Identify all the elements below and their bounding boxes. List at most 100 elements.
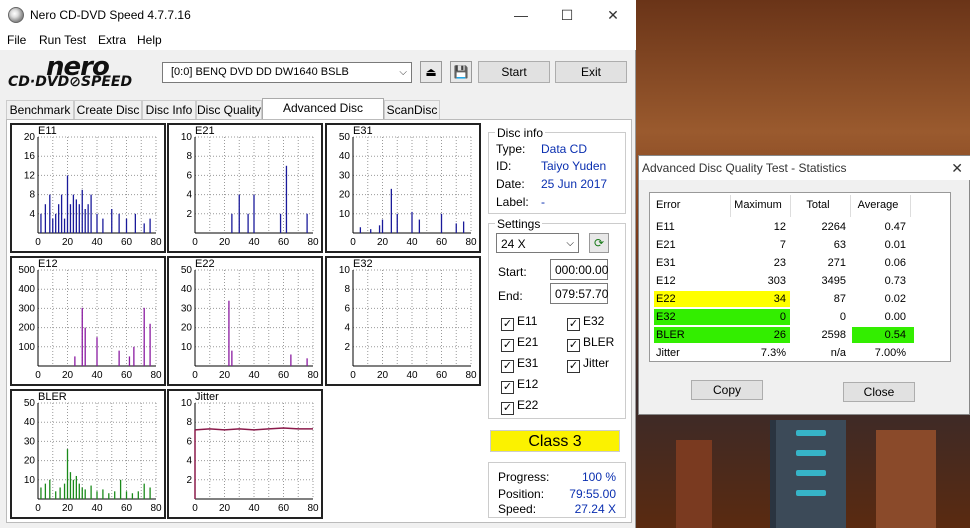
stats-cell: 3495 <box>821 275 846 287</box>
menu-help[interactable]: Help <box>137 33 162 47</box>
eject-button[interactable]: ⏏ <box>420 61 442 83</box>
x-tick-label: 0 <box>192 370 198 381</box>
refresh-speed-button[interactable]: ⟳ <box>589 233 609 253</box>
close-button[interactable]: ✕ <box>590 0 636 30</box>
speed-select[interactable]: 24 X ⌵ <box>496 233 579 253</box>
x-tick-label: 60 <box>436 237 448 248</box>
y-tick-label: 100 <box>18 342 35 353</box>
y-tick-label: 50 <box>181 265 193 276</box>
x-tick-label: 80 <box>150 237 162 248</box>
tab-scandisc[interactable]: ScanDisc <box>384 100 440 120</box>
statistics-title-bar[interactable]: Advanced Disc Quality Test - Statistics … <box>639 156 970 180</box>
check-icon: ✓ <box>567 318 580 331</box>
x-tick-label: 40 <box>406 237 418 248</box>
check-icon: ✓ <box>501 339 514 352</box>
x-tick-label: 40 <box>248 503 260 514</box>
maximize-button[interactable]: ☐ <box>544 0 590 30</box>
tab-disc-quality[interactable]: Disc Quality <box>196 100 262 120</box>
save-button[interactable]: 💾 <box>450 61 472 83</box>
background-structure <box>876 430 936 528</box>
y-tick-label: 40 <box>339 151 351 162</box>
y-tick-label: 30 <box>339 170 351 181</box>
title-bar[interactable]: Nero CD-DVD Speed 4.7.7.16 — ☐ ✕ <box>0 0 636 30</box>
start-button[interactable]: Start <box>478 61 550 83</box>
y-tick-label: 20 <box>181 323 193 334</box>
statistics-dialog: Advanced Disc Quality Test - Statistics … <box>638 155 970 415</box>
refresh-icon: ⟳ <box>593 236 605 250</box>
checkbox-jitter[interactable]: ✓ Jitter <box>567 356 609 373</box>
y-tick-label: 4 <box>29 209 35 220</box>
copy-button[interactable]: Copy <box>691 380 763 400</box>
close-icon[interactable]: ✕ <box>951 156 963 180</box>
checkbox-e31[interactable]: ✓ E31 <box>501 356 538 373</box>
chart-e22: 50 40 30 20 10 0 20 40 60 80 E22 <box>167 256 323 386</box>
check-icon: ✓ <box>501 360 514 373</box>
date-value: 25 Jun 2017 <box>541 177 608 191</box>
y-tick-label: 20 <box>339 190 351 201</box>
tab-benchmark[interactable]: Benchmark <box>6 100 74 120</box>
stats-cell: 0.47 <box>884 221 906 233</box>
y-tick-label: 6 <box>186 436 192 447</box>
y-tick-label: 2 <box>186 475 192 486</box>
checkbox-e11[interactable]: ✓ E11 <box>501 314 537 331</box>
checkbox-e32[interactable]: ✓ E32 <box>567 314 604 331</box>
y-tick-label: 200 <box>18 323 35 334</box>
y-tick-label: 40 <box>24 417 36 428</box>
checkbox-e21[interactable]: ✓ E21 <box>501 335 538 352</box>
nero-logo: nero CD·DVD⊘SPEED <box>8 52 158 90</box>
stats-cell: 0.00 <box>884 311 906 323</box>
quality-class-badge: Class 3 <box>490 430 620 452</box>
x-tick-label: 80 <box>307 237 319 248</box>
x-tick-label: 0 <box>350 370 356 381</box>
menu-file[interactable]: File <box>7 33 26 47</box>
end-time-input[interactable]: 079:57.70 <box>550 283 608 304</box>
y-tick-label: 10 <box>339 209 351 220</box>
checkbox-e22[interactable]: ✓ E22 <box>501 398 538 415</box>
label-value: - <box>541 195 545 209</box>
checkbox-e12[interactable]: ✓ E12 <box>501 377 538 394</box>
y-tick-label: 500 <box>18 265 35 276</box>
stats-cell: 0.54 <box>884 329 906 341</box>
y-tick-label: 4 <box>186 456 192 467</box>
x-tick-label: 40 <box>248 237 260 248</box>
stats-cell: 0.06 <box>884 257 906 269</box>
menu-extra[interactable]: Extra <box>98 33 126 47</box>
x-tick-label: 80 <box>465 237 477 248</box>
y-tick-label: 4 <box>186 190 192 201</box>
stats-cell: E12 <box>656 275 676 287</box>
y-tick-label: 300 <box>18 303 35 314</box>
logo-cd-dvd-speed-text: CD·DVD⊘SPEED <box>8 74 133 90</box>
y-tick-label: 8 <box>186 151 192 162</box>
minimize-button[interactable]: — <box>498 0 544 30</box>
y-tick-label: 4 <box>344 323 350 334</box>
stats-cell: 2264 <box>821 221 846 233</box>
tab-advanced-disc-quality[interactable]: Advanced Disc Quality <box>262 98 384 133</box>
x-tick-label: 20 <box>219 237 231 248</box>
exit-button[interactable]: Exit <box>555 61 627 83</box>
checkbox-bler[interactable]: ✓ BLER <box>567 335 614 352</box>
menu-run-test[interactable]: Run Test <box>39 33 86 47</box>
tab-create-disc[interactable]: Create Disc <box>74 100 142 120</box>
y-tick-label: 50 <box>24 398 36 409</box>
chart-e11-plot: 201612840 20 40 60 80 <box>24 132 162 248</box>
jitter-line <box>194 427 313 431</box>
x-tick-label: 60 <box>121 370 133 381</box>
id-label: ID: <box>496 159 512 173</box>
close-stats-button[interactable]: Close <box>843 382 915 402</box>
x-tick-label: 20 <box>219 503 231 514</box>
x-tick-label: 20 <box>219 370 231 381</box>
progress-group: Progress: 100 % Position: 79:55.00 Speed… <box>488 462 626 518</box>
x-tick-label: 80 <box>150 503 162 514</box>
stats-cell: 303 <box>767 275 786 287</box>
y-tick-label: 10 <box>181 342 193 353</box>
stats-cell: Jitter <box>656 347 680 359</box>
stats-cell: 26 <box>773 329 786 341</box>
start-time-input[interactable]: 000:00.00 <box>550 259 608 280</box>
tab-disc-info[interactable]: Disc Info <box>142 100 196 120</box>
chart-e21-plot: 1086420 20 40 60 80 <box>181 132 319 248</box>
y-tick-label: 12 <box>24 170 36 181</box>
drive-select[interactable]: [0:0] BENQ DVD DD DW1640 BSLB ⌵ <box>162 62 412 83</box>
statistics-title: Advanced Disc Quality Test - Statistics <box>642 161 847 175</box>
position-value: 79:55.00 <box>569 487 616 501</box>
x-tick-label: 40 <box>91 370 103 381</box>
